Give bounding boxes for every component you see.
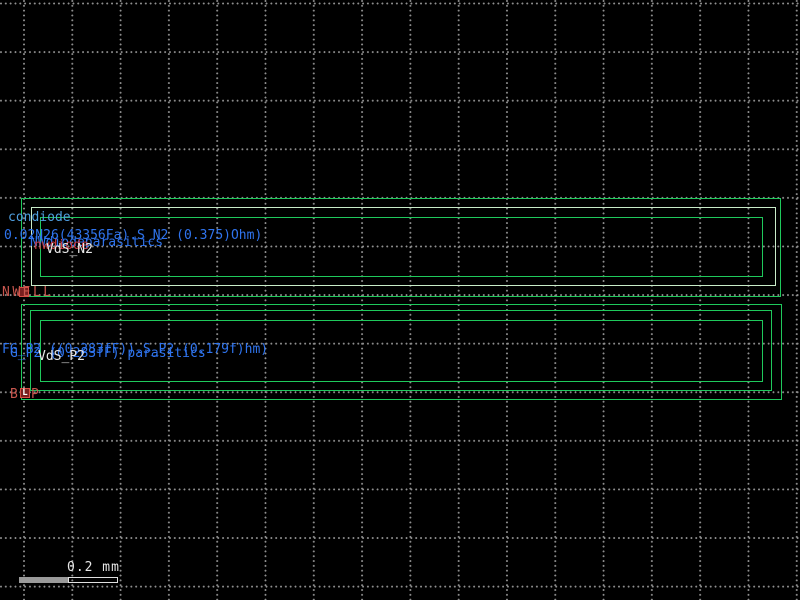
- annotation-label: condiode: [8, 212, 71, 223]
- scale-bar-label: 0.2 mm: [67, 560, 120, 575]
- scale-bar-outline-segment: [68, 577, 118, 583]
- annotation-label: VdS_P2: [38, 351, 85, 362]
- layout-canvas[interactable]: 0.2 mm Lcondiode0.02N26(43356Fa).S_N2 (0…: [0, 0, 800, 600]
- annotation-label: VdS_N2: [46, 244, 93, 255]
- annotation-label: NWELL: [2, 287, 54, 298]
- bp-marker[interactable]: L: [20, 388, 30, 398]
- annotation-label: B: [10, 389, 20, 400]
- annotation-label: P: [31, 389, 41, 400]
- scale-bar-filled-segment: [19, 577, 68, 583]
